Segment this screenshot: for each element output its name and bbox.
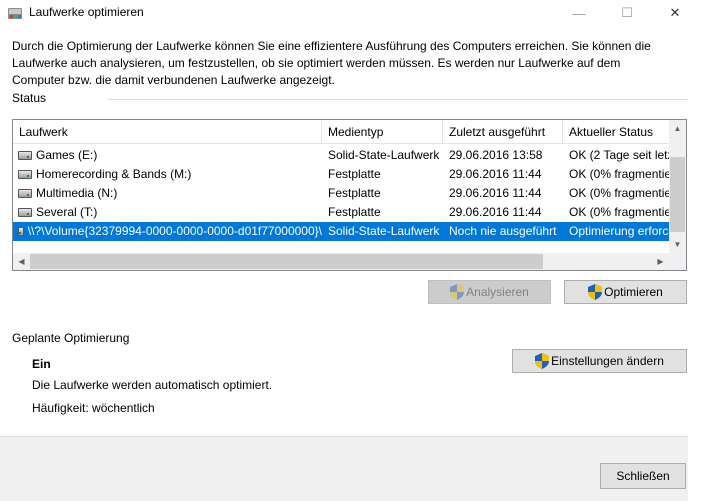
drive-row[interactable]: Homerecording & Bands (M:) Festplatte 29… bbox=[13, 165, 669, 184]
last-run-cell: 29.06.2016 11:44 bbox=[449, 186, 542, 200]
change-settings-button[interactable]: Einstellungen ändern bbox=[512, 349, 687, 373]
uac-shield-icon bbox=[535, 353, 550, 369]
analyze-label: Analysieren bbox=[466, 285, 529, 299]
scroll-up-icon[interactable]: ▲ bbox=[669, 120, 686, 137]
status-cell: OK (0% fragmentie bbox=[569, 167, 669, 181]
analyze-button[interactable]: Analysieren bbox=[428, 280, 551, 304]
horizontal-scroll-thumb[interactable] bbox=[30, 254, 543, 269]
drive-row-selected[interactable]: \\?\Volume{32379994-0000-0000-0000-d01f7… bbox=[13, 222, 669, 241]
drive-name: Several (T:) bbox=[36, 205, 98, 219]
listview-rows: Games (E:) Solid-State-Laufwerk 29.06.20… bbox=[13, 146, 669, 241]
scheduled-frequency: Häufigkeit: wöchentlich bbox=[32, 401, 155, 415]
drive-icon bbox=[18, 170, 32, 179]
media-type-cell: Solid-State-Laufwerk bbox=[328, 148, 440, 162]
close-button[interactable]: Schließen bbox=[600, 463, 686, 489]
column-header-current-status[interactable]: Aktueller Status bbox=[563, 120, 669, 144]
scroll-right-icon[interactable]: ▶ bbox=[652, 253, 669, 270]
uac-shield-icon bbox=[588, 284, 603, 300]
uac-shield-icon bbox=[450, 284, 465, 300]
drive-name: Homerecording & Bands (M:) bbox=[36, 167, 192, 181]
close-window-button[interactable]: ✕ bbox=[652, 0, 698, 26]
last-run-cell: 29.06.2016 11:44 bbox=[449, 167, 542, 181]
last-run-cell: Noch nie ausgeführt bbox=[449, 224, 557, 238]
column-header-last-run[interactable]: Zuletzt ausgeführt bbox=[443, 120, 563, 144]
scrollbar-corner bbox=[669, 253, 686, 270]
vertical-scroll-thumb[interactable] bbox=[670, 157, 685, 232]
column-header-media-type[interactable]: Medientyp bbox=[322, 120, 443, 144]
defrag-app-icon bbox=[8, 8, 22, 19]
window-edge bbox=[688, 0, 708, 501]
title-bar[interactable]: Laufwerke optimieren — ☐ ✕ bbox=[0, 0, 708, 26]
drive-cell: Several (T:) bbox=[13, 203, 322, 222]
scroll-left-icon[interactable]: ◀ bbox=[13, 253, 30, 270]
maximize-button[interactable]: ☐ bbox=[604, 0, 650, 26]
scheduled-group-label: Geplante Optimierung bbox=[12, 331, 130, 345]
drive-row[interactable]: Multimedia (N:) Festplatte 29.06.2016 11… bbox=[13, 184, 669, 203]
vertical-scrollbar[interactable]: ▲ ▼ bbox=[669, 120, 686, 253]
drive-cell: \\?\Volume{32379994-0000-0000-0000-d01f7… bbox=[13, 222, 322, 241]
optimize-button[interactable]: Optimieren bbox=[564, 280, 687, 304]
minimize-button[interactable]: — bbox=[556, 0, 602, 26]
drive-row[interactable]: Several (T:) Festplatte 29.06.2016 11:44… bbox=[13, 203, 669, 222]
drive-icon bbox=[18, 189, 32, 198]
drive-row[interactable]: Games (E:) Solid-State-Laufwerk 29.06.20… bbox=[13, 146, 669, 165]
status-cell: Optimierung erforc bbox=[569, 224, 669, 238]
listview-header: Laufwerk Medientyp Zuletzt ausgeführt Ak… bbox=[13, 120, 669, 144]
close-icon: ✕ bbox=[669, 5, 681, 20]
media-type-cell: Festplatte bbox=[328, 186, 381, 200]
status-group-label: Status bbox=[12, 91, 47, 105]
close-label: Schließen bbox=[616, 469, 670, 483]
status-divider bbox=[108, 99, 688, 100]
drive-icon bbox=[18, 208, 32, 217]
drive-name: Multimedia (N:) bbox=[36, 186, 118, 200]
window-title: Laufwerke optimieren bbox=[29, 5, 144, 19]
media-type-cell: Solid-State-Laufwerk bbox=[328, 224, 440, 238]
drive-cell: Games (E:) bbox=[13, 146, 322, 165]
status-cell: OK (2 Tage seit letz bbox=[569, 148, 669, 162]
scheduled-state: Ein bbox=[32, 357, 51, 371]
optimize-drives-window: Laufwerke optimieren — ☐ ✕ Durch die Opt… bbox=[0, 0, 708, 501]
status-cell: OK (0% fragmentie bbox=[569, 205, 669, 219]
drive-cell: Homerecording & Bands (M:) bbox=[13, 165, 322, 184]
dialog-footer: Schließen bbox=[0, 436, 688, 501]
drives-listview[interactable]: Laufwerk Medientyp Zuletzt ausgeführt Ak… bbox=[12, 119, 687, 271]
content-area: Durch die Optimierung der Laufwerke könn… bbox=[0, 26, 688, 436]
last-run-cell: 29.06.2016 13:58 bbox=[449, 148, 543, 162]
media-type-cell: Festplatte bbox=[328, 167, 381, 181]
drive-cell: Multimedia (N:) bbox=[13, 184, 322, 203]
scroll-down-icon[interactable]: ▼ bbox=[669, 236, 686, 253]
scheduled-description: Die Laufwerke werden automatisch optimie… bbox=[32, 378, 273, 392]
status-cell: OK (0% fragmentie bbox=[569, 186, 669, 200]
horizontal-scrollbar[interactable]: ◀ ▶ bbox=[13, 253, 669, 270]
drive-name: Games (E:) bbox=[36, 148, 98, 162]
column-header-drive[interactable]: Laufwerk bbox=[13, 120, 322, 144]
optimize-label: Optimieren bbox=[604, 285, 663, 299]
drive-name: \\?\Volume{32379994-0000-0000-0000-d01f7… bbox=[27, 224, 322, 238]
maximize-icon: ☐ bbox=[621, 5, 633, 20]
last-run-cell: 29.06.2016 11:44 bbox=[449, 205, 542, 219]
drive-icon bbox=[18, 151, 32, 160]
minimize-icon: — bbox=[572, 5, 586, 21]
change-settings-label: Einstellungen ändern bbox=[551, 354, 664, 368]
media-type-cell: Festplatte bbox=[328, 205, 381, 219]
drive-icon bbox=[18, 227, 24, 236]
intro-text: Durch die Optimierung der Laufwerke könn… bbox=[12, 39, 651, 87]
